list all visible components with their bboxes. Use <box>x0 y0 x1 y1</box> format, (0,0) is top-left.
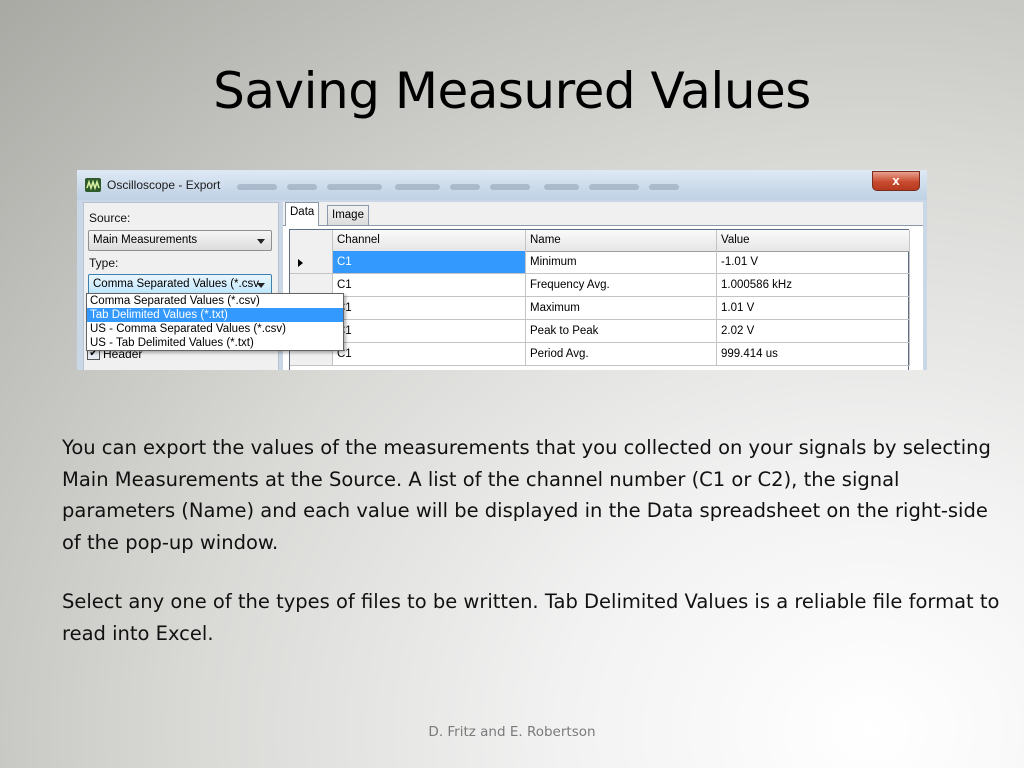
window-titlebar[interactable]: Oscilloscope - Export x <box>77 170 927 200</box>
cell-name[interactable]: Maximum <box>526 297 717 320</box>
chevron-down-icon <box>257 239 265 244</box>
measurements-grid: Channel Name Value C1 Minimum -1.01 V C1… <box>289 229 910 370</box>
tab-image[interactable]: Image <box>327 205 369 225</box>
cell-name[interactable]: Peak to Peak <box>526 320 717 343</box>
column-header-channel[interactable]: Channel <box>333 230 526 251</box>
cell-channel[interactable]: C1 <box>333 343 526 366</box>
cell-channel[interactable]: C1 <box>333 251 526 274</box>
cell-value[interactable]: 2.02 V <box>717 320 910 343</box>
close-button[interactable]: x <box>872 171 920 191</box>
type-option[interactable]: US - Tab Delimited Values (*.txt) <box>87 336 343 350</box>
type-option[interactable]: US - Comma Separated Values (*.csv) <box>87 322 343 336</box>
type-select[interactable]: Comma Separated Values (*.csv <box>88 274 272 295</box>
window-title: Oscilloscope - Export <box>107 178 221 192</box>
cell-value[interactable]: 999.414 us <box>717 343 910 366</box>
source-label: Source: <box>89 211 131 225</box>
cell-value[interactable]: 1.01 V <box>717 297 910 320</box>
cell-name[interactable]: Period Avg. <box>526 343 717 366</box>
oscilloscope-app-icon <box>85 178 101 192</box>
type-dropdown-list: Comma Separated Values (*.csv) Tab Delim… <box>86 293 344 351</box>
data-tab-page: Channel Name Value C1 Minimum -1.01 V C1… <box>283 225 923 370</box>
cell-value[interactable]: -1.01 V <box>717 251 910 274</box>
cell-channel[interactable]: C1 <box>333 274 526 297</box>
body-paragraph-2: Select any one of the types of files to … <box>62 590 1000 645</box>
source-select-value: Main Measurements <box>93 234 198 246</box>
row-header-corner <box>290 230 333 251</box>
chevron-down-icon <box>257 283 265 288</box>
body-paragraph-1: You can export the values of the measure… <box>62 436 991 554</box>
cell-channel[interactable]: C1 <box>333 320 526 343</box>
row-pointer-icon <box>298 259 303 267</box>
cell-value[interactable]: 1.000586 kHz <box>717 274 910 297</box>
row-header[interactable] <box>290 251 333 274</box>
source-select[interactable]: Main Measurements <box>88 230 272 251</box>
slide-title: Saving Measured Values <box>213 62 811 120</box>
data-panel: Data Image Channel Name Value C1 Minimum… <box>283 202 923 370</box>
column-header-value[interactable]: Value <box>717 230 910 251</box>
export-window: Oscilloscope - Export x Source: Main Mea… <box>77 170 927 370</box>
cell-channel[interactable]: C1 <box>333 297 526 320</box>
slide-footer: D. Fritz and E. Robertson <box>428 724 596 740</box>
type-label: Type: <box>89 256 119 270</box>
tab-data[interactable]: Data <box>285 202 320 226</box>
cell-name[interactable]: Frequency Avg. <box>526 274 717 297</box>
cell-name[interactable]: Minimum <box>526 251 717 274</box>
background-toolbar-blur <box>237 178 887 196</box>
grid-header-row: Channel Name Value <box>290 230 910 252</box>
type-select-value: Comma Separated Values (*.csv <box>93 278 259 290</box>
type-option[interactable]: Comma Separated Values (*.csv) <box>87 294 343 308</box>
type-option-selected[interactable]: Tab Delimited Values (*.txt) <box>87 308 343 322</box>
column-header-name[interactable]: Name <box>526 230 717 251</box>
